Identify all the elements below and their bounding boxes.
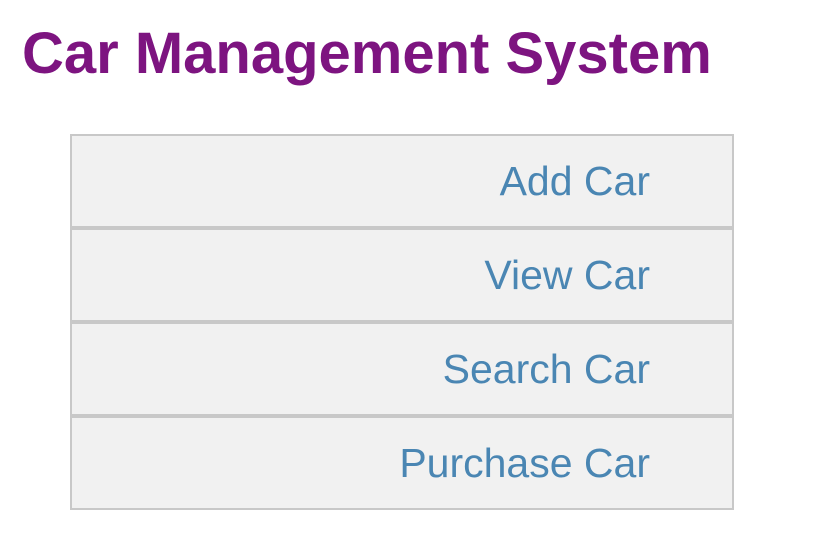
search-car-link[interactable]: Search Car	[70, 322, 734, 416]
view-car-link[interactable]: View Car	[70, 228, 734, 322]
purchase-car-link[interactable]: Purchase Car	[70, 416, 734, 510]
page-title: Car Management System	[22, 21, 712, 86]
car-menu: Add Car View Car Search Car Purchase Car	[70, 134, 734, 510]
add-car-link[interactable]: Add Car	[70, 134, 734, 228]
